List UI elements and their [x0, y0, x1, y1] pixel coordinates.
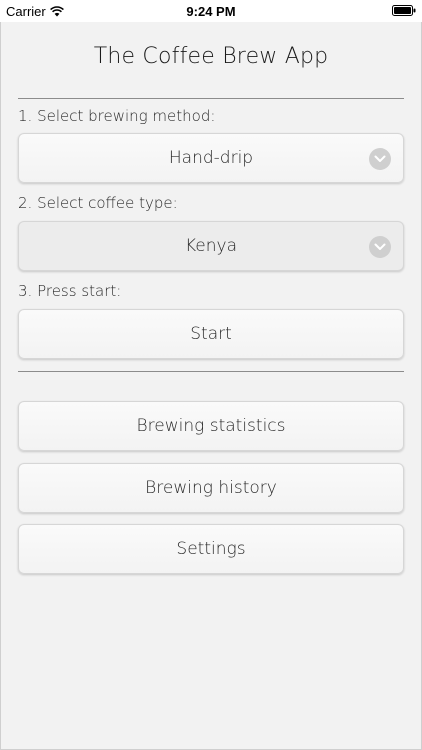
chevron-down-icon: [369, 148, 391, 170]
start-button[interactable]: Start: [18, 309, 404, 359]
brewing-method-select[interactable]: Hand-drip: [18, 133, 404, 183]
step3-label: 3. Press start:: [18, 282, 122, 300]
chevron-down-icon: [369, 236, 391, 258]
coffee-type-value: Kenya: [184, 236, 237, 256]
status-time: 9:24 PM: [186, 4, 236, 19]
battery-icon: [392, 5, 416, 16]
brewing-method-value: Hand-drip: [168, 148, 254, 168]
coffee-type-select[interactable]: Kenya: [18, 221, 404, 271]
step1-label: 1. Select brewing method:: [18, 107, 216, 125]
brewing-statistics-button[interactable]: Brewing statistics: [18, 401, 404, 451]
settings-button[interactable]: Settings: [18, 524, 404, 574]
step2-label: 2. Select coffee type:: [18, 194, 178, 212]
top-divider: [18, 98, 404, 99]
brewing-history-button[interactable]: Brewing history: [18, 463, 404, 513]
page-title: The Coffee Brew App: [93, 44, 329, 69]
status-bar: Carrier 9:24 PM: [0, 0, 422, 22]
middle-divider: [18, 371, 404, 372]
